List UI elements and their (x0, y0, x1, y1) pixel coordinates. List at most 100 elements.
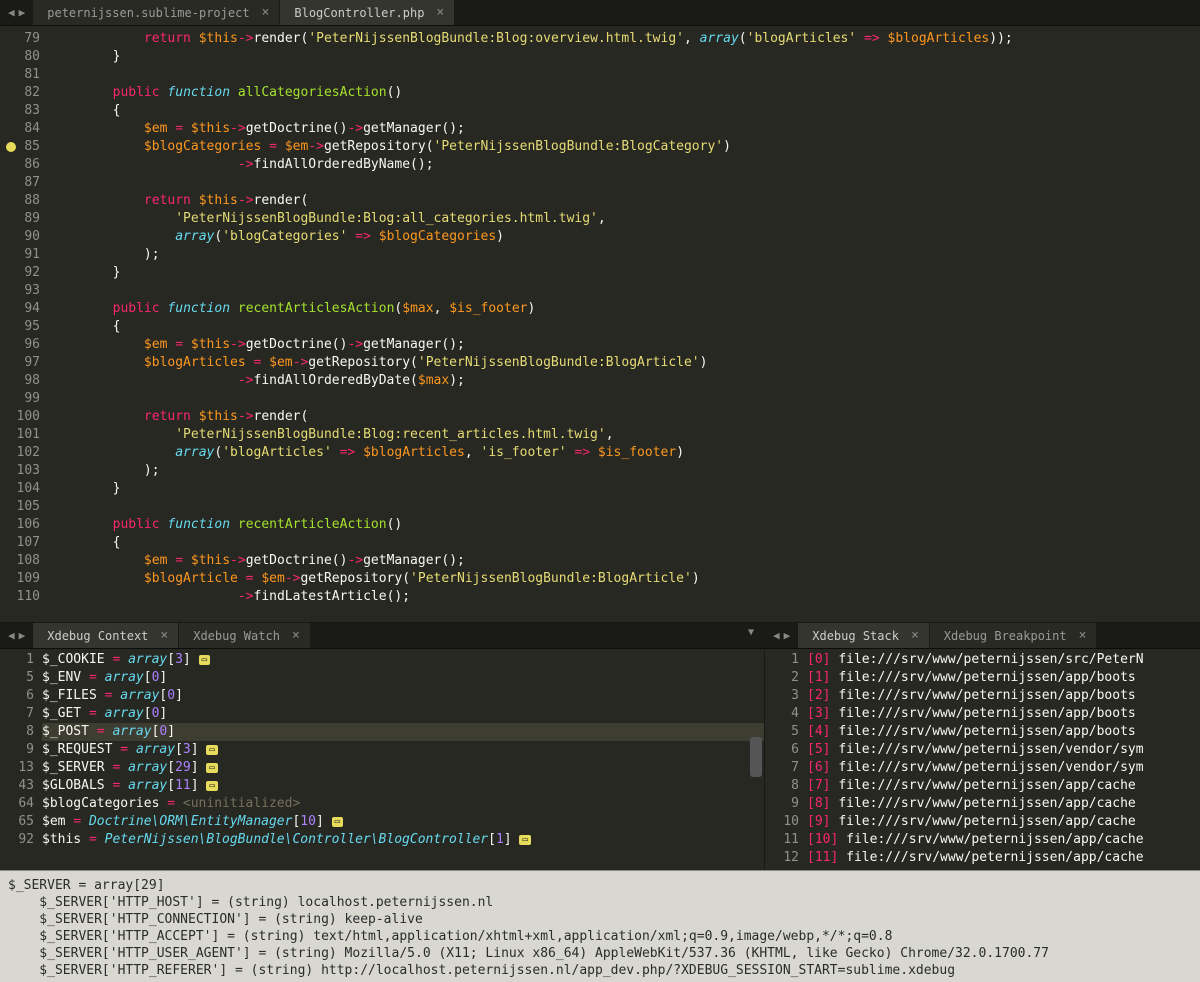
code-line[interactable]: ->findAllOrderedByDate($max); (50, 372, 1013, 390)
close-icon[interactable]: × (911, 628, 919, 643)
context-row[interactable]: $_ENV = array[0] (42, 669, 764, 687)
stack-row[interactable]: [4] file:///srv/www/peternijssen/app/boo… (807, 723, 1200, 741)
stack-row[interactable]: [0] file:///srv/www/peternijssen/src/Pet… (807, 651, 1200, 669)
lower-panels: ◀ ▶ Xdebug Context × Xdebug Watch × ▼ 15… (0, 622, 1200, 870)
code-line[interactable]: return $this->render( (50, 192, 1013, 210)
code-line[interactable]: 'PeterNijssenBlogBundle:Blog:all_categor… (50, 210, 1013, 228)
code-line[interactable]: public function recentArticleAction() (50, 516, 1013, 534)
scrollbar-thumb[interactable] (750, 737, 762, 777)
stack-row[interactable]: [7] file:///srv/www/peternijssen/app/cac… (807, 777, 1200, 795)
stack-row[interactable]: [1] file:///srv/www/peternijssen/app/boo… (807, 669, 1200, 687)
context-row[interactable]: $_SERVER = array[29] ▭ (42, 759, 764, 777)
stack-row[interactable]: [5] file:///srv/www/peternijssen/vendor/… (807, 741, 1200, 759)
tab-dropdown-icon[interactable]: ▼ (738, 623, 764, 648)
context-row[interactable]: $_FILES = array[0] (42, 687, 764, 705)
code-line[interactable] (50, 390, 1013, 408)
tab-nav[interactable]: ◀ ▶ (0, 0, 33, 25)
tab-nav[interactable]: ◀ ▶ (0, 623, 33, 648)
code-line[interactable]: 'PeterNijssenBlogBundle:Blog:recent_arti… (50, 426, 1013, 444)
tab-xdebug-breakpoint[interactable]: Xdebug Breakpoint × (930, 623, 1098, 648)
tab-label: Xdebug Context (47, 629, 148, 643)
top-tab-bar: ◀ ▶ peternijssen.sublime-project × BlogC… (0, 0, 1200, 26)
code-line[interactable]: $blogCategories = $em->getRepository('Pe… (50, 138, 1013, 156)
context-row[interactable]: $em = Doctrine\ORM\EntityManager[10] ▭ (42, 813, 764, 831)
tab-project[interactable]: peternijssen.sublime-project × (33, 0, 280, 25)
tab-label: Xdebug Watch (193, 629, 280, 643)
nav-forward-icon[interactable]: ▶ (19, 629, 26, 642)
code-line[interactable]: $em = $this->getDoctrine()->getManager()… (50, 120, 1013, 138)
panel-left-tabs: ◀ ▶ Xdebug Context × Xdebug Watch × ▼ (0, 623, 764, 649)
code-line[interactable] (50, 282, 1013, 300)
code-line[interactable]: public function allCategoriesAction() (50, 84, 1013, 102)
context-row[interactable]: $_GET = array[0] (42, 705, 764, 723)
code-line[interactable]: ); (50, 246, 1013, 264)
code-content[interactable]: return $this->render('PeterNijssenBlogBu… (50, 26, 1013, 622)
code-line[interactable]: return $this->render('PeterNijssenBlogBu… (50, 30, 1013, 48)
code-line[interactable]: } (50, 480, 1013, 498)
code-line[interactable]: ); (50, 462, 1013, 480)
nav-forward-icon[interactable]: ▶ (784, 629, 791, 642)
line-gutter[interactable]: 7980818283848586878889909192939495969798… (0, 26, 50, 622)
code-line[interactable]: array('blogCategories' => $blogCategorie… (50, 228, 1013, 246)
line-gutter: 1567891343646592 (0, 649, 42, 870)
code-line[interactable]: { (50, 318, 1013, 336)
panel-xdebug-context: ◀ ▶ Xdebug Context × Xdebug Watch × ▼ 15… (0, 623, 765, 870)
tab-nav[interactable]: ◀ ▶ (765, 623, 798, 648)
code-line[interactable] (50, 66, 1013, 84)
close-icon[interactable]: × (436, 5, 444, 20)
context-content[interactable]: $_COOKIE = array[3] ▭$_ENV = array[0]$_F… (42, 649, 764, 870)
stack-row[interactable]: [10] file:///srv/www/peternijssen/app/ca… (807, 831, 1200, 849)
panel-right-tabs: ◀ ▶ Xdebug Stack × Xdebug Breakpoint × (765, 623, 1200, 649)
code-line[interactable]: return $this->render( (50, 408, 1013, 426)
tab-xdebug-context[interactable]: Xdebug Context × (33, 623, 179, 648)
code-editor[interactable]: 7980818283848586878889909192939495969798… (0, 26, 1200, 622)
code-line[interactable]: ->findAllOrderedByName(); (50, 156, 1013, 174)
close-icon[interactable]: × (160, 628, 168, 643)
output-panel[interactable]: $_SERVER = array[29] $_SERVER['HTTP_HOST… (0, 870, 1200, 982)
context-row[interactable]: $blogCategories = <uninitialized> (42, 795, 764, 813)
panel-xdebug-stack: ◀ ▶ Xdebug Stack × Xdebug Breakpoint × 1… (765, 623, 1200, 870)
code-line[interactable]: $em = $this->getDoctrine()->getManager()… (50, 552, 1013, 570)
close-icon[interactable]: × (262, 5, 270, 20)
context-row[interactable]: $_POST = array[0] (42, 723, 764, 741)
stack-body[interactable]: 123456789101112 [0] file:///srv/www/pete… (765, 649, 1200, 870)
stack-row[interactable]: [11] file:///srv/www/peternijssen/app/ca… (807, 849, 1200, 867)
code-line[interactable]: $em = $this->getDoctrine()->getManager()… (50, 336, 1013, 354)
breakpoint-marker-icon[interactable] (6, 142, 16, 152)
stack-row[interactable]: [3] file:///srv/www/peternijssen/app/boo… (807, 705, 1200, 723)
line-gutter: 123456789101112 (765, 649, 807, 870)
code-line[interactable]: } (50, 264, 1013, 282)
code-line[interactable]: public function recentArticlesAction($ma… (50, 300, 1013, 318)
tab-blogcontroller[interactable]: BlogController.php × (280, 0, 455, 25)
stack-row[interactable]: [6] file:///srv/www/peternijssen/vendor/… (807, 759, 1200, 777)
code-line[interactable]: } (50, 48, 1013, 66)
tab-xdebug-watch[interactable]: Xdebug Watch × (179, 623, 311, 648)
context-row[interactable]: $_COOKIE = array[3] ▭ (42, 651, 764, 669)
code-line[interactable]: { (50, 102, 1013, 120)
code-line[interactable]: $blogArticles = $em->getRepository('Pete… (50, 354, 1013, 372)
code-line[interactable]: array('blogArticles' => $blogArticles, '… (50, 444, 1013, 462)
code-line[interactable] (50, 498, 1013, 516)
tab-blogcontroller-label: BlogController.php (294, 6, 424, 20)
stack-content[interactable]: [0] file:///srv/www/peternijssen/src/Pet… (807, 649, 1200, 870)
tab-xdebug-stack[interactable]: Xdebug Stack × (798, 623, 930, 648)
stack-row[interactable]: [2] file:///srv/www/peternijssen/app/boo… (807, 687, 1200, 705)
stack-row[interactable]: [8] file:///srv/www/peternijssen/app/cac… (807, 795, 1200, 813)
close-icon[interactable]: × (1079, 628, 1087, 643)
code-line[interactable]: $blogArticle = $em->getRepository('Peter… (50, 570, 1013, 588)
context-body[interactable]: 1567891343646592 $_COOKIE = array[3] ▭$_… (0, 649, 764, 870)
code-line[interactable] (50, 174, 1013, 192)
stack-row[interactable]: [9] file:///srv/www/peternijssen/app/cac… (807, 813, 1200, 831)
nav-back-icon[interactable]: ◀ (8, 629, 15, 642)
context-row[interactable]: $_REQUEST = array[3] ▭ (42, 741, 764, 759)
code-line[interactable]: ->findLatestArticle(); (50, 588, 1013, 606)
tab-label: Xdebug Stack (812, 629, 899, 643)
nav-forward-icon[interactable]: ▶ (19, 6, 26, 19)
code-line[interactable]: { (50, 534, 1013, 552)
nav-back-icon[interactable]: ◀ (773, 629, 780, 642)
context-row[interactable]: $this = PeterNijssen\BlogBundle\Controll… (42, 831, 764, 849)
nav-back-icon[interactable]: ◀ (8, 6, 15, 19)
context-row[interactable]: $GLOBALS = array[11] ▭ (42, 777, 764, 795)
tab-project-label: peternijssen.sublime-project (47, 6, 249, 20)
close-icon[interactable]: × (292, 628, 300, 643)
